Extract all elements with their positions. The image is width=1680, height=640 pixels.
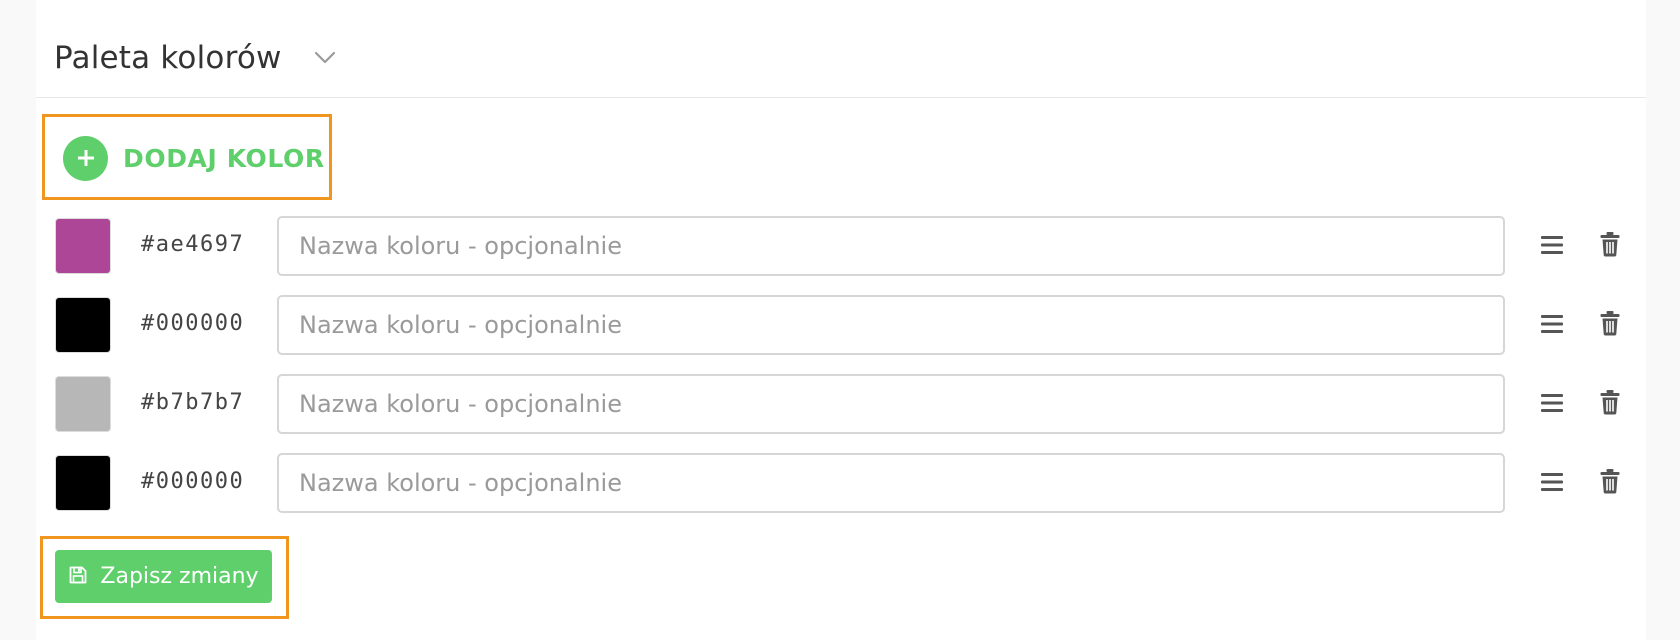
color-hex-value: #ae4697 <box>141 232 245 257</box>
drag-handle-icon[interactable] <box>1539 311 1565 337</box>
add-color-label: DODAJ KOLOR <box>123 143 325 173</box>
save-changes-label: Zapisz zmiany <box>100 564 259 589</box>
color-hex-value: #000000 <box>141 469 245 494</box>
color-swatch[interactable] <box>55 297 111 353</box>
chevron-down-icon[interactable] <box>312 45 338 71</box>
color-row: #000000 <box>55 295 1625 355</box>
color-row: #b7b7b7 <box>55 374 1625 434</box>
color-swatch[interactable] <box>55 455 111 511</box>
add-color-button[interactable]: DODAJ KOLOR <box>63 134 325 182</box>
palette-header[interactable]: Paleta kolorów <box>54 30 338 86</box>
drag-handle-icon[interactable] <box>1539 232 1565 258</box>
color-hex-value: #000000 <box>141 311 245 336</box>
trash-icon[interactable] <box>1599 467 1621 495</box>
color-hex-value: #b7b7b7 <box>141 390 245 415</box>
color-swatch[interactable] <box>55 376 111 432</box>
page-title: Paleta kolorów <box>54 40 282 76</box>
color-name-input[interactable] <box>277 216 1505 276</box>
trash-icon[interactable] <box>1599 388 1621 416</box>
drag-handle-icon[interactable] <box>1539 469 1565 495</box>
save-changes-button[interactable]: Zapisz zmiany <box>55 550 272 603</box>
trash-icon[interactable] <box>1599 309 1621 337</box>
floppy-disk-icon <box>68 565 88 588</box>
color-name-input[interactable] <box>277 295 1505 355</box>
trash-icon[interactable] <box>1599 230 1621 258</box>
color-name-input[interactable] <box>277 374 1505 434</box>
plus-circle-icon <box>63 135 108 181</box>
color-row: #ae4697 <box>55 216 1625 276</box>
drag-handle-icon[interactable] <box>1539 390 1565 416</box>
color-name-input[interactable] <box>277 453 1505 513</box>
color-swatch[interactable] <box>55 218 111 274</box>
header-divider <box>36 97 1646 98</box>
color-row: #000000 <box>55 453 1625 513</box>
